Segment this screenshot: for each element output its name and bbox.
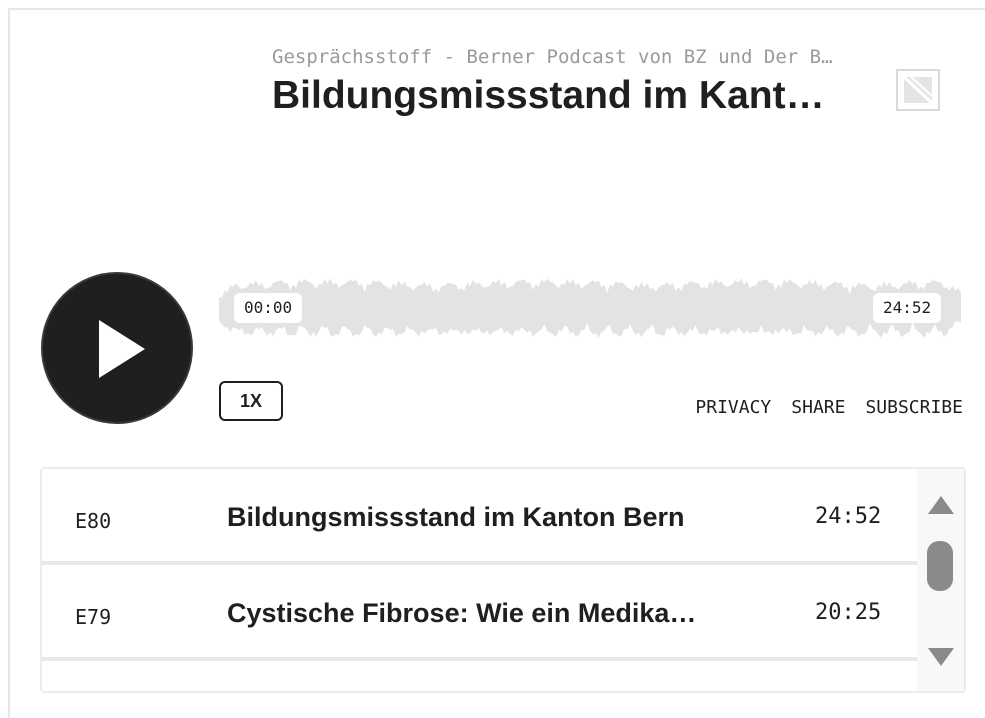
episode-duration: 24:52 [815,504,882,529]
triangle-up-icon[interactable] [927,495,955,515]
scrollbar-thumb[interactable] [927,541,953,591]
total-time: 24:52 [873,293,942,323]
current-time: 00:00 [234,293,303,323]
waveform-seekbar[interactable] [219,268,961,348]
episode-row-title: Cystische Fibrose: Wie ein Medika… [227,598,697,628]
playlist-scrollbar[interactable] [917,469,964,691]
subscribe-link[interactable]: SUBSCRIBE [865,397,963,418]
waveform-shape [219,278,961,338]
episode-row[interactable]: E79 Cystische Fibrose: Wie ein Medika… 2… [42,565,919,661]
play-button[interactable] [41,272,193,424]
triangle-down-icon[interactable] [927,647,955,667]
image-placeholder-icon [896,69,940,111]
privacy-link[interactable]: PRIVACY [695,397,771,418]
player-links: PRIVACY SHARE SUBSCRIBE [695,397,963,418]
episode-number: E79 [75,605,112,629]
episode-title: Bildungsmissstand im Kant… [272,74,825,117]
episode-duration: 20:25 [815,600,882,625]
playback-speed-button[interactable]: 1X [219,381,283,421]
podcast-name: Gesprächsstoff - Berner Podcast von BZ u… [272,46,833,68]
episode-row[interactable]: E80 Bildungsmissstand im Kanton Bern 24:… [42,469,919,565]
play-icon [99,320,145,378]
episode-row-title: Bildungsmissstand im Kanton Bern [227,502,685,532]
episode-number: E80 [75,509,112,533]
share-link[interactable]: SHARE [791,397,845,418]
episode-playlist: E80 Bildungsmissstand im Kanton Bern 24:… [40,467,966,693]
